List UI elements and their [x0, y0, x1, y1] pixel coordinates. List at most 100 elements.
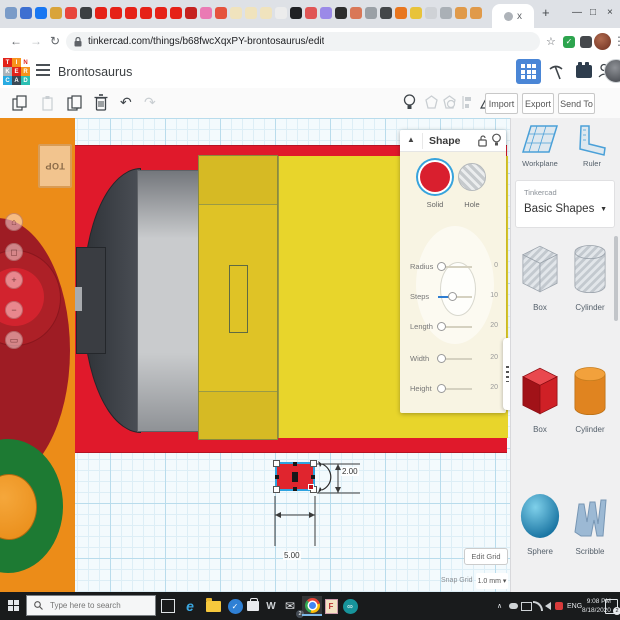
design-title[interactable]: Brontosaurus [58, 65, 132, 79]
start-button[interactable] [8, 600, 19, 611]
tab-favicon[interactable] [365, 7, 377, 19]
tab-favicon[interactable] [110, 7, 122, 19]
category-dropdown-icon[interactable]: ▼ [600, 206, 607, 213]
tab-favicon[interactable] [440, 7, 452, 19]
view-cube[interactable]: TOP [38, 144, 72, 188]
shape-item-box-hole[interactable]: Box [515, 234, 565, 346]
copy-icon[interactable] [12, 95, 27, 111]
import-button[interactable]: Import [485, 93, 518, 114]
paste-icon[interactable] [40, 95, 55, 111]
word-app-icon[interactable]: W [261, 596, 281, 616]
model-yellow-block[interactable] [198, 155, 278, 440]
slider-handle[interactable] [437, 322, 446, 331]
slider-track[interactable] [437, 322, 472, 331]
tab-favicon[interactable] [95, 7, 107, 19]
tab-favicon[interactable] [290, 7, 302, 19]
extension-icon[interactable] [580, 36, 592, 48]
export-button[interactable]: Export [522, 93, 554, 114]
gallery-scrollbar[interactable] [614, 236, 618, 321]
tab-favicon[interactable] [455, 7, 467, 19]
tray-expand-icon[interactable]: ∧ [497, 592, 502, 620]
tray-language[interactable]: ENG [567, 592, 582, 620]
delete-icon[interactable] [94, 94, 108, 111]
tab-favicon[interactable] [245, 7, 257, 19]
tray-display-icon[interactable] [521, 592, 532, 620]
store-app-icon[interactable] [243, 596, 263, 616]
tab-favicon[interactable] [65, 7, 77, 19]
tab-favicon[interactable] [260, 7, 272, 19]
slider-track[interactable] [438, 292, 472, 301]
bookmark-star-icon[interactable]: ☆ [546, 35, 556, 48]
slider-track[interactable] [437, 384, 472, 393]
ungroup-icon[interactable] [442, 95, 457, 110]
model-gray-cylinder-body[interactable] [137, 170, 199, 432]
browser-profile-avatar[interactable] [594, 33, 611, 50]
visibility-bulb-icon[interactable] [492, 133, 501, 148]
shape-item-sphere[interactable]: Sphere [515, 478, 565, 590]
account-avatar[interactable] [604, 59, 620, 83]
tab-favicon[interactable] [335, 7, 347, 19]
browser-active-tab[interactable]: x [492, 4, 534, 28]
tab-favicon[interactable] [320, 7, 332, 19]
solid-option[interactable] [420, 162, 450, 192]
tray-cloud-icon[interactable] [509, 592, 518, 620]
model-shaft-stub[interactable] [75, 287, 82, 311]
window-minimize-button[interactable]: — [572, 7, 582, 18]
slider-track[interactable] [437, 354, 472, 363]
tinkercad-logo[interactable]: TINKERCAD [3, 58, 30, 85]
zoom-in-button[interactable]: + [5, 271, 23, 289]
tray-red-app-icon[interactable] [555, 592, 563, 620]
lock-toggle-icon[interactable] [478, 135, 487, 147]
show-all-bulb-icon[interactable] [403, 94, 416, 111]
tab-favicon[interactable] [35, 7, 47, 19]
shape-item-scribble[interactable]: Scribble [565, 478, 615, 590]
tray-volume-icon[interactable] [545, 592, 551, 620]
slider-handle[interactable] [437, 384, 446, 393]
tab-favicon[interactable] [125, 7, 137, 19]
tab-favicon[interactable] [20, 7, 32, 19]
collapse-icon[interactable]: ▲ [407, 135, 415, 144]
teal-app-icon[interactable]: ∞ [340, 596, 360, 616]
tab-favicon[interactable] [140, 7, 152, 19]
slider-track[interactable] [437, 262, 472, 271]
hole-option[interactable] [458, 163, 486, 191]
model-orange-part[interactable] [0, 118, 75, 592]
window-close-button[interactable]: × [607, 7, 613, 18]
tab-favicon[interactable] [275, 7, 287, 19]
reload-icon[interactable]: ↻ [50, 34, 60, 48]
f-app-icon[interactable]: F [321, 596, 341, 616]
slider-handle[interactable] [447, 292, 457, 301]
slider-handle[interactable] [437, 354, 446, 363]
back-icon[interactable]: ← [10, 34, 22, 48]
tab-favicon[interactable] [170, 7, 182, 19]
search-input[interactable] [48, 600, 152, 611]
redo-icon[interactable]: ↷ [144, 94, 156, 111]
dimension-width-label[interactable]: 5.00 [283, 551, 301, 560]
extension-check-icon[interactable]: ✓ [563, 36, 575, 48]
tab-favicon[interactable] [350, 7, 362, 19]
browser-menu-icon[interactable]: ⋮ [613, 34, 620, 48]
tab-favicon[interactable] [155, 7, 167, 19]
workplane-tool[interactable]: Workplane [521, 124, 559, 168]
align-icon[interactable] [461, 95, 473, 110]
design-menu-icon[interactable] [36, 64, 50, 78]
tab-favicon[interactable] [470, 7, 482, 19]
tab-favicon[interactable] [185, 7, 197, 19]
tab-favicon[interactable] [425, 7, 437, 19]
tab-favicon[interactable] [380, 7, 392, 19]
dashboard-grid-button[interactable] [516, 59, 541, 84]
duplicate-icon[interactable] [66, 95, 83, 111]
window-maximize-button[interactable]: □ [590, 7, 596, 18]
undo-icon[interactable]: ↶ [120, 94, 132, 111]
todo-check-app-icon[interactable]: ✓ [225, 596, 245, 616]
tab-favicon[interactable] [410, 7, 422, 19]
new-tab-button[interactable]: + [542, 5, 550, 20]
forward-icon[interactable]: → [30, 34, 42, 48]
mail-app-icon[interactable]: ✉ 2 [280, 596, 304, 618]
tab-favicon[interactable] [305, 7, 317, 19]
ruler-tool[interactable]: Ruler [577, 124, 607, 168]
tab-favicon[interactable] [5, 7, 17, 19]
edit-grid-button[interactable]: Edit Grid [464, 548, 508, 565]
home-view-button[interactable]: ⌂ [5, 213, 23, 231]
tab-favicon[interactable] [80, 7, 92, 19]
